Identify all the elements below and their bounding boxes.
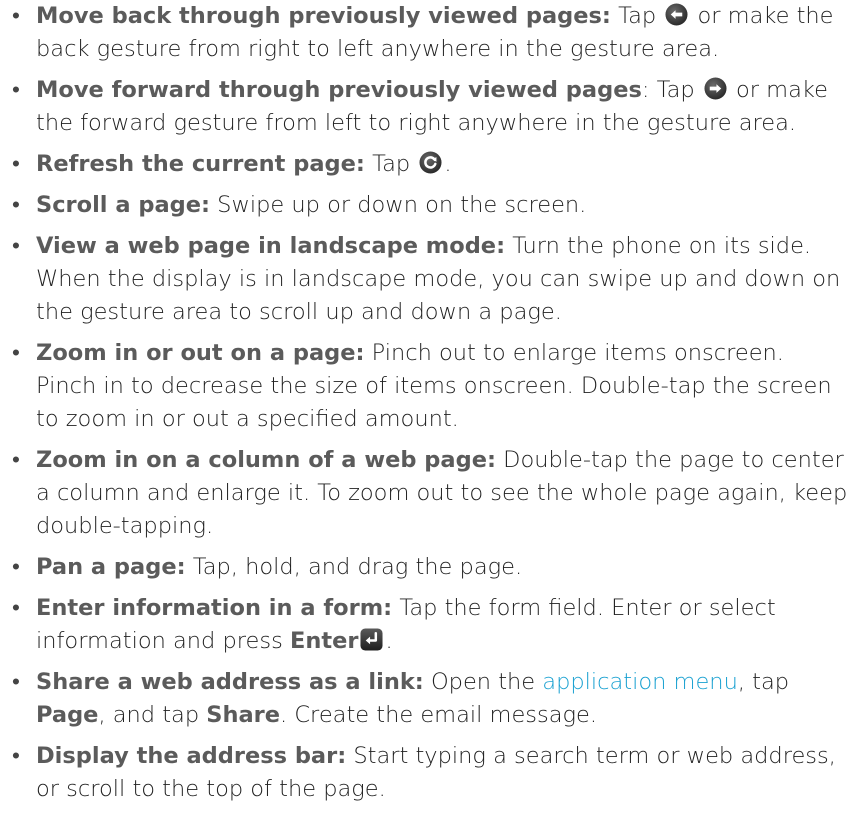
bullet: • <box>12 192 20 218</box>
item-text: . <box>444 151 452 177</box>
item-term: Display the address bar: <box>36 743 347 769</box>
item-text: Tap, hold, and drag the page. <box>185 554 523 580</box>
list-item: • Move forward through previously viewed… <box>0 74 848 140</box>
list-item: • Share a web address as a link: Open th… <box>0 666 848 732</box>
item-text: : Tap <box>641 77 702 103</box>
bullet: • <box>12 3 20 29</box>
item-term: Move back through previously viewed page… <box>36 3 611 29</box>
bullet: • <box>12 233 20 259</box>
item-text: Swipe up or down on the screen. <box>210 192 587 218</box>
instruction-list: • Move back through previously viewed pa… <box>0 0 848 814</box>
list-item: • Pan a page: Tap, hold, and drag the pa… <box>0 551 848 584</box>
list-item: • Scroll a page: Swipe up or down on the… <box>0 189 848 222</box>
list-item: • Enter information in a form: Tap the f… <box>0 592 848 658</box>
bullet: • <box>12 554 20 580</box>
item-text: , tap <box>737 669 790 695</box>
bullet: • <box>12 447 20 473</box>
list-item: • Zoom in on a column of a web page: Dou… <box>0 444 848 543</box>
item-term: View a web page in landscape mode: <box>36 233 506 259</box>
item-text: Tap <box>610 3 664 29</box>
forward-arrow-icon <box>704 77 727 100</box>
item-term: Pan a page: <box>36 554 186 580</box>
list-item: • Display the address bar: Start typing … <box>0 740 848 806</box>
bullet: • <box>12 77 20 103</box>
share-label: Share <box>206 702 281 728</box>
bullet: • <box>12 669 20 695</box>
item-term: Move forward through previously viewed p… <box>36 77 642 103</box>
item-term: Scroll a page: <box>36 192 211 218</box>
list-item: • View a web page in landscape mode: Tur… <box>0 230 848 329</box>
list-item: • Refresh the current page: Tap . <box>0 148 848 181</box>
list-item: • Move back through previously viewed pa… <box>0 0 848 66</box>
back-arrow-icon <box>665 3 688 26</box>
item-text: , and tap <box>98 702 207 728</box>
item-text: Tap <box>364 151 418 177</box>
item-term: Zoom in or out on a page: <box>36 340 365 366</box>
item-term: Refresh the current page: <box>36 151 365 177</box>
bullet: • <box>12 340 20 366</box>
bullet: • <box>12 743 20 769</box>
refresh-icon <box>419 151 442 174</box>
list-item: • Zoom in or out on a page: Pinch out to… <box>0 337 848 436</box>
enter-key-icon <box>360 628 384 651</box>
bullet: • <box>12 595 20 621</box>
application-menu-link[interactable]: application menu <box>542 669 738 695</box>
page-label: Page <box>36 702 99 728</box>
enter-key-label: Enter <box>289 628 359 654</box>
item-text: . <box>385 628 393 654</box>
item-term: Zoom in on a column of a web page: <box>36 447 496 473</box>
item-text: Open the <box>423 669 543 695</box>
item-text: . Create the email message. <box>280 702 598 728</box>
item-term: Enter information in a form: <box>36 595 393 621</box>
item-term: Share a web address as a link: <box>36 669 424 695</box>
bullet: • <box>12 151 20 177</box>
